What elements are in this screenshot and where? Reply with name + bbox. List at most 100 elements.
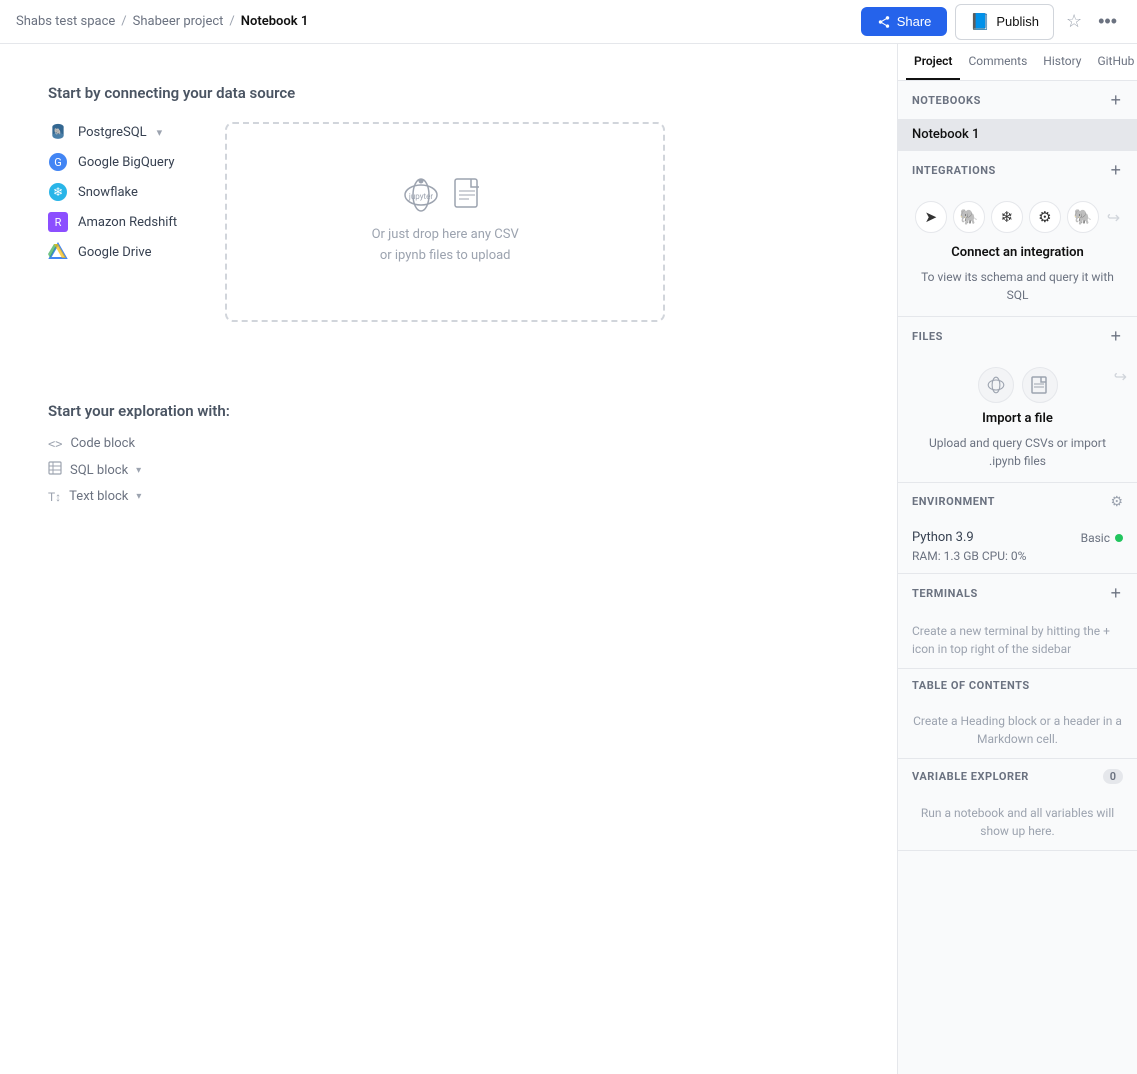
datasource-section-title: Start by connecting your data source bbox=[48, 84, 849, 102]
environment-section-header: ENVIRONMENT ⚙ bbox=[898, 483, 1137, 520]
integration-connect-desc: To view its schema and query it with SQL bbox=[912, 268, 1123, 304]
jupyter-icon: jupyter bbox=[403, 177, 439, 213]
share-icon bbox=[877, 15, 891, 29]
files-import-title: Import a file bbox=[982, 411, 1053, 426]
breadcrumb: Shabs test space / Shabeer project / Not… bbox=[16, 14, 308, 29]
variable-explorer-title: VARIABLE EXPLORER bbox=[912, 770, 1029, 783]
more-options-button[interactable]: ••• bbox=[1094, 7, 1121, 36]
svg-text:❄: ❄ bbox=[53, 185, 63, 199]
drop-zone-text: Or just drop here any CSV or ipynb files… bbox=[372, 225, 519, 267]
files-content: ↪ bbox=[898, 355, 1137, 482]
bigquery-icon: G bbox=[48, 152, 68, 172]
integration-curve-icon: ↪ bbox=[1107, 208, 1120, 227]
env-status: Basic bbox=[1081, 531, 1123, 545]
datasource-redshift[interactable]: R Amazon Redshift bbox=[48, 212, 177, 232]
integrations-content: ➤ 🐘 ❄ ⚙ 🐘 ↪ Connect an integration To vi… bbox=[898, 189, 1137, 316]
svg-text:G: G bbox=[54, 156, 62, 169]
drop-zone-icons: jupyter bbox=[403, 177, 487, 213]
tab-comments[interactable]: Comments bbox=[960, 44, 1035, 80]
toc-section-title: TABLE OF CONTENTS bbox=[912, 679, 1030, 692]
integrations-section: INTEGRATIONS + ➤ 🐘 ❄ ⚙ 🐘 ↪ Connect an in… bbox=[898, 151, 1137, 317]
datasource-postgresql[interactable]: 🐘 PostgreSQL ▾ bbox=[48, 122, 177, 142]
publish-label: Publish bbox=[996, 14, 1039, 29]
svg-text:🐘: 🐘 bbox=[54, 127, 62, 135]
project-link[interactable]: Shabeer project bbox=[133, 14, 224, 29]
code-block-icon: <> bbox=[48, 437, 62, 451]
svg-text:R: R bbox=[55, 216, 62, 229]
notebooks-section: NOTEBOOKS + Notebook 1 bbox=[898, 81, 1137, 151]
env-status-label: Basic bbox=[1081, 531, 1110, 545]
layout: Start by connecting your data source 🐘 P… bbox=[0, 44, 1137, 1074]
variable-explorer-header: VARIABLE EXPLORER 0 bbox=[898, 759, 1137, 794]
snowflake-icon: ❄ bbox=[48, 182, 68, 202]
variable-explorer-desc: Run a notebook and all variables will sh… bbox=[912, 804, 1123, 840]
files-import-desc: Upload and query CSVs or import .ipynb f… bbox=[912, 434, 1123, 470]
toc-desc: Create a Heading block or a header in a … bbox=[912, 712, 1123, 748]
explore-code-block[interactable]: <> Code block bbox=[48, 436, 849, 451]
postgresql-dropdown-icon[interactable]: ▾ bbox=[157, 126, 163, 139]
text-block-label: Text block bbox=[69, 489, 128, 504]
environment-gear-button[interactable]: ⚙ bbox=[1110, 493, 1123, 510]
environment-section: ENVIRONMENT ⚙ Python 3.9 Basic RAM: 1.3 … bbox=[898, 483, 1137, 574]
tab-github[interactable]: GitHub bbox=[1089, 44, 1137, 80]
terminals-content: Create a new terminal by hitting the + i… bbox=[898, 612, 1137, 668]
csv-file-icon bbox=[451, 177, 487, 213]
snowflake-label: Snowflake bbox=[78, 185, 138, 200]
env-python-version: Python 3.9 bbox=[912, 530, 974, 545]
redshift-icon: R bbox=[48, 212, 68, 232]
redshift-label: Amazon Redshift bbox=[78, 215, 177, 230]
int-icon-postgres: 🐘 bbox=[953, 201, 985, 233]
share-button[interactable]: Share bbox=[861, 7, 948, 36]
sql-block-icon bbox=[48, 461, 62, 479]
sidebar: Project Comments History GitHub NOTEBOOK… bbox=[897, 44, 1137, 1074]
variable-explorer-content: Run a notebook and all variables will sh… bbox=[898, 794, 1137, 850]
tab-history[interactable]: History bbox=[1035, 44, 1089, 80]
star-button[interactable]: ☆ bbox=[1062, 7, 1086, 36]
integrations-section-title: INTEGRATIONS bbox=[912, 164, 996, 177]
tab-project[interactable]: Project bbox=[906, 44, 960, 80]
environment-content: Python 3.9 Basic RAM: 1.3 GB CPU: 0% bbox=[898, 520, 1137, 573]
publish-button[interactable]: 📘 Publish bbox=[955, 4, 1054, 40]
explore-list: <> Code block SQL block ▾ T↕ Text block … bbox=[48, 436, 849, 504]
googledrive-icon bbox=[48, 242, 68, 262]
drop-text-line2: or ipynb files to upload bbox=[380, 248, 511, 263]
file-icon-csv bbox=[1022, 367, 1058, 403]
files-add-button[interactable]: + bbox=[1108, 327, 1123, 345]
topbar-actions: Share 📘 Publish ☆ ••• bbox=[861, 4, 1121, 40]
datasource-googledrive[interactable]: Google Drive bbox=[48, 242, 177, 262]
terminals-section-header: TERMINALS + bbox=[898, 574, 1137, 612]
explore-sql-block[interactable]: SQL block ▾ bbox=[48, 461, 849, 479]
int-icon-snowflake: ❄ bbox=[991, 201, 1023, 233]
datasource-bigquery[interactable]: G Google BigQuery bbox=[48, 152, 177, 172]
workspace-link[interactable]: Shabs test space bbox=[16, 14, 115, 29]
datasource-snowflake[interactable]: ❄ Snowflake bbox=[48, 182, 177, 202]
notebooks-add-button[interactable]: + bbox=[1108, 91, 1123, 109]
files-section-title: FILES bbox=[912, 330, 943, 343]
toc-section: TABLE OF CONTENTS Create a Heading block… bbox=[898, 669, 1137, 759]
drop-text-line1: Or just drop here any CSV bbox=[372, 227, 519, 242]
svg-text:jupyter: jupyter bbox=[408, 192, 433, 201]
integrations-section-header: INTEGRATIONS + bbox=[898, 151, 1137, 189]
sep1: / bbox=[121, 14, 126, 29]
file-icons bbox=[978, 367, 1058, 403]
integrations-add-button[interactable]: + bbox=[1108, 161, 1123, 179]
env-status-dot bbox=[1115, 534, 1123, 542]
text-block-arrow: ▾ bbox=[136, 491, 141, 502]
toc-section-header: TABLE OF CONTENTS bbox=[898, 669, 1137, 702]
publish-icon: 📘 bbox=[970, 12, 990, 32]
int-icon-bigquery: ⚙ bbox=[1029, 201, 1061, 233]
sql-block-arrow: ▾ bbox=[136, 465, 141, 476]
current-page: Notebook 1 bbox=[241, 14, 308, 29]
sidebar-tabs: Project Comments History GitHub bbox=[898, 44, 1137, 81]
terminals-add-button[interactable]: + bbox=[1108, 584, 1123, 602]
explore-text-block[interactable]: T↕ Text block ▾ bbox=[48, 489, 849, 504]
postgresql-icon: 🐘 bbox=[48, 122, 68, 142]
notebook-item[interactable]: Notebook 1 bbox=[898, 119, 1137, 150]
drop-zone[interactable]: jupyter Or jus bbox=[225, 122, 665, 322]
sep2: / bbox=[229, 14, 234, 29]
bigquery-label: Google BigQuery bbox=[78, 155, 175, 170]
file-icon-jupyter bbox=[978, 367, 1014, 403]
explore-section-title: Start your exploration with: bbox=[48, 402, 849, 420]
int-icon-redshift: 🐘 bbox=[1067, 201, 1099, 233]
environment-section-title: ENVIRONMENT bbox=[912, 495, 995, 508]
